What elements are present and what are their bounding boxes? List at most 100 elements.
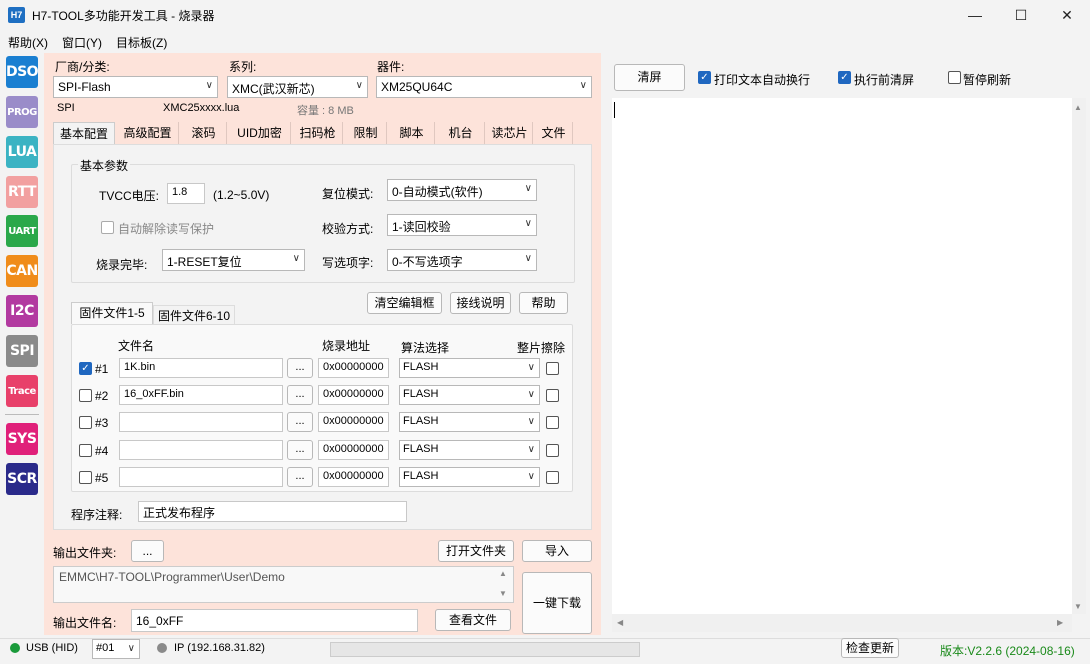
header-file-name: 文件名 bbox=[118, 339, 155, 353]
scroll-up-icon[interactable]: ▲ bbox=[1074, 103, 1082, 112]
menu-help[interactable]: 帮助(X) bbox=[8, 34, 48, 51]
sidebar-trace-button[interactable]: Trace bbox=[6, 375, 38, 407]
wiring-button[interactable]: 接线说明 bbox=[450, 292, 511, 314]
tab-8[interactable]: 读芯片 bbox=[487, 122, 533, 144]
file-name-input[interactable] bbox=[119, 467, 283, 487]
file-erase-checkbox[interactable] bbox=[546, 416, 559, 429]
file-algo-select[interactable]: FLASH ∨ bbox=[399, 385, 540, 405]
file-name-input[interactable] bbox=[119, 412, 283, 432]
browse-folder-button[interactable]: ... bbox=[131, 540, 164, 562]
file-enable-checkbox[interactable]: ✓ bbox=[79, 362, 92, 375]
comment-input[interactable]: 正式发布程序 bbox=[138, 501, 407, 522]
scroll-down-icon[interactable]: ▼ bbox=[1074, 602, 1082, 611]
file-enable-checkbox[interactable] bbox=[79, 389, 92, 402]
tab-firmware-6-10[interactable]: 固件文件6-10 bbox=[153, 305, 235, 325]
tab-0[interactable]: 基本配置 bbox=[53, 122, 115, 144]
open-folder-button[interactable]: 打开文件夹 bbox=[438, 540, 514, 562]
help-button[interactable]: 帮助 bbox=[519, 292, 568, 314]
tab-7[interactable]: 机台 bbox=[437, 122, 485, 144]
file-algo-select[interactable]: FLASH ∨ bbox=[399, 358, 540, 378]
tab-6[interactable]: 脚本 bbox=[389, 122, 435, 144]
file-erase-checkbox[interactable] bbox=[546, 471, 559, 484]
tvcc-input[interactable]: 1.8 bbox=[167, 183, 205, 204]
file-enable-checkbox[interactable] bbox=[79, 416, 92, 429]
sidebar-can-button[interactable]: CAN bbox=[6, 255, 38, 287]
tab-1[interactable]: 高级配置 bbox=[117, 122, 179, 144]
verify-select[interactable]: 1-读回校验 ∨ bbox=[387, 214, 537, 236]
done-value: 1-RESET复位 bbox=[167, 255, 242, 269]
file-browse-button[interactable]: ... bbox=[287, 412, 313, 432]
clear-screen-button[interactable]: 清屏 bbox=[614, 64, 685, 91]
file-address-input[interactable]: 0x00000000 bbox=[318, 440, 389, 460]
pause-checkbox[interactable] bbox=[948, 71, 961, 84]
chevron-down-icon: ∨ bbox=[355, 80, 363, 91]
file-browse-button[interactable]: ... bbox=[287, 440, 313, 460]
file-erase-checkbox[interactable] bbox=[546, 362, 559, 375]
output-path-box[interactable]: EMMC\H7-TOOL\Programmer\User\Demo bbox=[53, 566, 514, 603]
scroll-up-icon[interactable]: ▲ bbox=[499, 569, 507, 578]
scroll-down-icon[interactable]: ▼ bbox=[499, 589, 507, 598]
maximize-icon[interactable]: ☐ bbox=[998, 0, 1044, 30]
tab-3[interactable]: UID加密 bbox=[229, 122, 291, 144]
series-select[interactable]: XMC(武汉新芯) ∨ bbox=[227, 76, 368, 98]
vertical-scrollbar[interactable] bbox=[1072, 98, 1086, 614]
reset-mode-select[interactable]: 0-自动模式(软件) ∨ bbox=[387, 179, 537, 201]
clear-before-checkbox[interactable]: ✓ bbox=[838, 71, 851, 84]
menu-target-board[interactable]: 目标板(Z) bbox=[116, 34, 167, 51]
file-browse-button[interactable]: ... bbox=[287, 358, 313, 378]
device-select[interactable]: XM25QU64C ∨ bbox=[376, 76, 592, 98]
one-click-download-button[interactable]: 一键下载 bbox=[522, 572, 592, 634]
file-id: #1 bbox=[95, 362, 109, 376]
close-icon[interactable]: ✕ bbox=[1044, 0, 1090, 30]
file-browse-button[interactable]: ... bbox=[287, 467, 313, 487]
sidebar-prog-button[interactable]: PROG bbox=[6, 96, 38, 128]
tab-9[interactable]: 文件 bbox=[535, 122, 573, 144]
chevron-down-icon: ∨ bbox=[527, 362, 535, 373]
scroll-right-icon[interactable]: ▶ bbox=[1057, 618, 1063, 627]
output-name-label: 输出文件名: bbox=[53, 616, 117, 630]
file-algo-select[interactable]: FLASH ∨ bbox=[399, 440, 540, 460]
tab-4[interactable]: 扫码枪 bbox=[293, 122, 343, 144]
vendor-select[interactable]: SPI-Flash ∨ bbox=[53, 76, 218, 98]
file-address-input[interactable]: 0x00000000 bbox=[318, 358, 389, 378]
option-select[interactable]: 0-不写选项字 ∨ bbox=[387, 249, 537, 271]
log-output[interactable] bbox=[612, 98, 1072, 614]
file-browse-button[interactable]: ... bbox=[287, 385, 313, 405]
file-name-input[interactable] bbox=[119, 440, 283, 460]
file-enable-checkbox[interactable] bbox=[79, 471, 92, 484]
file-address-input[interactable]: 0x00000000 bbox=[318, 412, 389, 432]
tab-5[interactable]: 限制 bbox=[345, 122, 387, 144]
file-algo-select[interactable]: FLASH ∨ bbox=[399, 412, 540, 432]
horizontal-scrollbar[interactable] bbox=[612, 614, 1072, 632]
file-erase-checkbox[interactable] bbox=[546, 444, 559, 457]
sidebar-sys-button[interactable]: SYS bbox=[6, 423, 38, 455]
done-select[interactable]: 1-RESET复位 ∨ bbox=[162, 249, 305, 271]
tab-firmware-1-5[interactable]: 固件文件1-5 bbox=[71, 302, 153, 324]
minimize-icon[interactable]: — bbox=[952, 0, 998, 30]
port-select[interactable]: #01 ∨ bbox=[92, 639, 140, 659]
sidebar-dso-button[interactable]: DSO bbox=[6, 56, 39, 88]
sidebar-i2c-button[interactable]: I2C bbox=[6, 295, 38, 327]
view-file-button[interactable]: 查看文件 bbox=[435, 609, 511, 631]
sidebar-spi-button[interactable]: SPI bbox=[6, 335, 38, 367]
file-address-input[interactable]: 0x00000000 bbox=[318, 385, 389, 405]
output-name-input[interactable]: 16_0xFF bbox=[131, 609, 418, 632]
sidebar-lua-button[interactable]: LUA bbox=[6, 136, 38, 168]
file-enable-checkbox[interactable] bbox=[79, 444, 92, 457]
sidebar-uart-button[interactable]: UART bbox=[6, 215, 38, 247]
sidebar-scr-button[interactable]: SCR bbox=[6, 463, 38, 495]
file-address-input[interactable]: 0x00000000 bbox=[318, 467, 389, 487]
sidebar-rtt-button[interactable]: RTT bbox=[6, 176, 38, 208]
file-name-input[interactable]: 1K.bin bbox=[119, 358, 283, 378]
file-name-input[interactable]: 16_0xFF.bin bbox=[119, 385, 283, 405]
check-update-button[interactable]: 检查更新 bbox=[841, 638, 899, 658]
file-erase-checkbox[interactable] bbox=[546, 389, 559, 402]
auto-unprotect-checkbox[interactable] bbox=[101, 221, 114, 234]
file-algo-select[interactable]: FLASH ∨ bbox=[399, 467, 540, 487]
wrap-checkbox[interactable]: ✓ bbox=[698, 71, 711, 84]
import-button[interactable]: 导入 bbox=[522, 540, 592, 562]
tab-2[interactable]: 滚码 bbox=[181, 122, 227, 144]
scroll-left-icon[interactable]: ◀ bbox=[617, 618, 623, 627]
clear-editor-button[interactable]: 清空编辑框 bbox=[367, 292, 442, 314]
menu-window[interactable]: 窗口(Y) bbox=[62, 34, 102, 51]
